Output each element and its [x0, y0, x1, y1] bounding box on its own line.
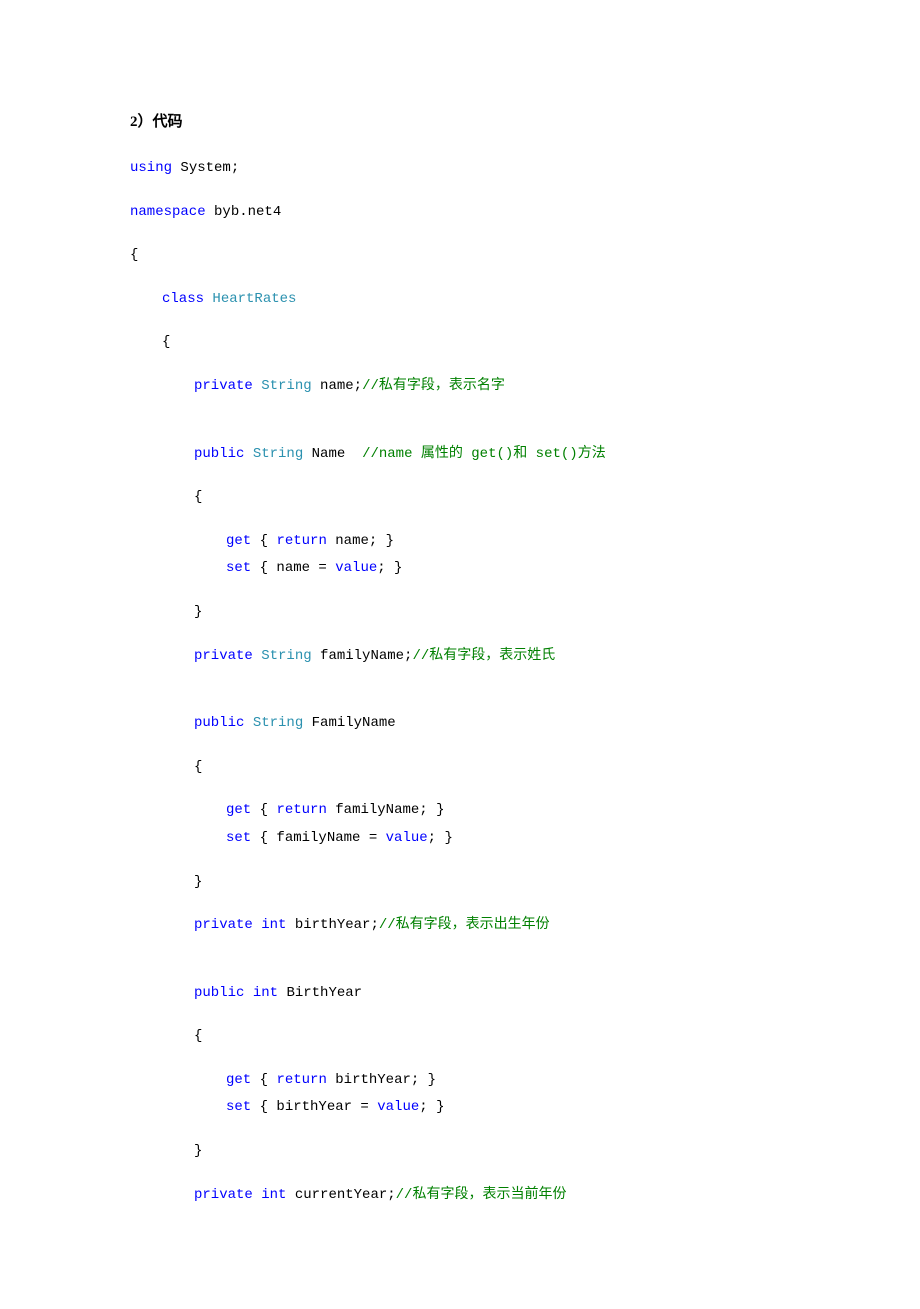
code-line: { — [130, 1027, 790, 1047]
code-line: } — [130, 1142, 790, 1162]
code-line: { — [130, 246, 790, 266]
code-line: { — [130, 333, 790, 353]
code-token: //私有字段，表示名字 — [362, 378, 505, 394]
code-token: BirthYear — [278, 985, 362, 1001]
code-token: get — [226, 1072, 251, 1088]
code-token: int — [261, 917, 286, 933]
code-token: { — [251, 533, 276, 549]
code-token: String — [253, 715, 303, 731]
code-token — [253, 917, 261, 933]
code-token — [244, 985, 252, 1001]
code-line: get { return familyName; } — [130, 801, 790, 821]
code-line: { — [130, 758, 790, 778]
code-token: name; } — [327, 533, 394, 549]
code-token: value — [386, 830, 428, 846]
code-token: name; — [312, 378, 362, 394]
code-token: { — [251, 802, 276, 818]
code-line: private String familyName;//私有字段，表示姓氏 — [130, 647, 790, 667]
code-token: System; — [172, 160, 239, 176]
code-token: String — [253, 446, 303, 462]
code-line: get { return name; } — [130, 532, 790, 552]
code-line: class HeartRates — [130, 290, 790, 310]
code-token: { — [130, 247, 138, 263]
code-token: //私有字段，表示出生年份 — [379, 917, 550, 933]
code-token: familyName; — [312, 648, 413, 664]
code-block: using System; namespace byb.net4 { class He… — [130, 159, 790, 1205]
code-line: get { return birthYear; } — [130, 1071, 790, 1091]
code-token: private — [194, 648, 253, 664]
code-token — [244, 446, 252, 462]
code-token: ; } — [428, 830, 453, 846]
code-token: class — [162, 291, 204, 307]
code-token: } — [194, 604, 202, 620]
code-line: private String name;//私有字段，表示名字 — [130, 377, 790, 397]
code-line: public String FamilyName — [130, 714, 790, 734]
code-token: //私有字段，表示姓氏 — [412, 648, 555, 664]
code-token: public — [194, 715, 244, 731]
code-line: set { familyName = value; } — [130, 829, 790, 849]
code-token: private — [194, 1187, 253, 1203]
code-token — [253, 648, 261, 664]
code-token: //私有字段，表示当前年份 — [396, 1187, 567, 1203]
code-token: ; } — [419, 1099, 444, 1115]
code-token: int — [253, 985, 278, 1001]
code-token: public — [194, 985, 244, 1001]
code-token: using — [130, 160, 172, 176]
code-token: set — [226, 1099, 251, 1115]
code-token: get — [226, 802, 251, 818]
code-token: return — [276, 1072, 326, 1088]
code-token: { familyName = — [251, 830, 385, 846]
code-token: value — [377, 1099, 419, 1115]
code-token: return — [276, 802, 326, 818]
code-token: birthYear; } — [327, 1072, 436, 1088]
code-token: birthYear; — [286, 917, 378, 933]
code-token: //name 属性的 get()和 set()方法 — [362, 446, 606, 462]
code-token: set — [226, 830, 251, 846]
code-token: return — [276, 533, 326, 549]
section-heading: 2）代码 — [130, 110, 790, 131]
code-token: get — [226, 533, 251, 549]
code-line: namespace byb.net4 — [130, 203, 790, 223]
code-token: { — [162, 334, 170, 350]
code-line: using System; — [130, 159, 790, 179]
code-token: { — [194, 1028, 202, 1044]
code-token: set — [226, 560, 251, 576]
code-token — [244, 715, 252, 731]
code-line: set { birthYear = value; } — [130, 1098, 790, 1118]
code-token: familyName; } — [327, 802, 445, 818]
code-token: { — [251, 1072, 276, 1088]
code-token: ; } — [377, 560, 402, 576]
code-token: byb.net4 — [206, 204, 282, 220]
code-token: String — [261, 648, 311, 664]
code-token: namespace — [130, 204, 206, 220]
code-line: private int birthYear;//私有字段，表示出生年份 — [130, 916, 790, 936]
code-token: currentYear; — [286, 1187, 395, 1203]
code-token: private — [194, 917, 253, 933]
code-token: { — [194, 759, 202, 775]
code-line: } — [130, 603, 790, 623]
code-token: { birthYear = — [251, 1099, 377, 1115]
code-token: FamilyName — [303, 715, 395, 731]
code-token: } — [194, 874, 202, 890]
code-token: } — [194, 1143, 202, 1159]
code-token: int — [261, 1187, 286, 1203]
code-line: public int BirthYear — [130, 984, 790, 1004]
code-token: value — [335, 560, 377, 576]
code-token — [253, 1187, 261, 1203]
code-token: private — [194, 378, 253, 394]
code-line: private int currentYear;//私有字段，表示当前年份 — [130, 1186, 790, 1206]
code-token — [253, 378, 261, 394]
code-token: public — [194, 446, 244, 462]
document-page: 2）代码 using System; namespace byb.net4 { cla… — [0, 0, 920, 1309]
code-token: String — [261, 378, 311, 394]
code-token: HeartRates — [212, 291, 296, 307]
code-token: { — [194, 489, 202, 505]
code-line: public String Name //name 属性的 get()和 set… — [130, 445, 790, 465]
code-line: { — [130, 488, 790, 508]
code-line: set { name = value; } — [130, 559, 790, 579]
code-token: { name = — [251, 560, 335, 576]
code-line: } — [130, 873, 790, 893]
code-token: Name — [303, 446, 362, 462]
